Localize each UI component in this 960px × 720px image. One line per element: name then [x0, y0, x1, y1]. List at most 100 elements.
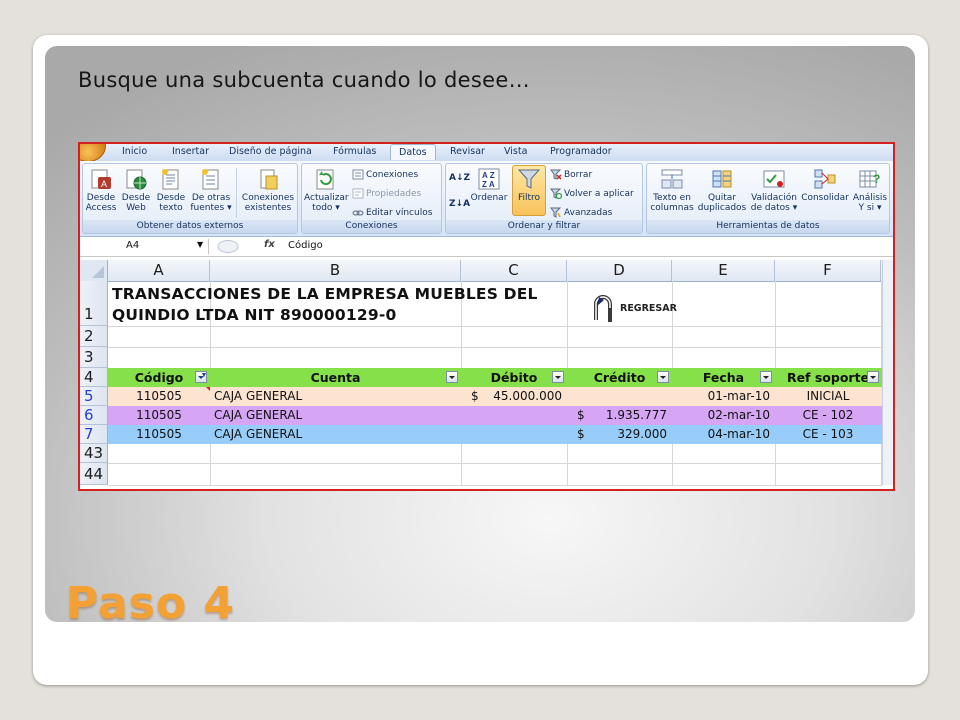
ribbon: A Desde Access Desde Web Desde texto De …: [80, 161, 893, 237]
svg-text:?: ?: [873, 172, 880, 186]
column-header-row: A B C D E F: [80, 260, 893, 282]
svg-text:Z A: Z A: [482, 180, 495, 189]
cell-cuenta: CAJA GENERAL: [214, 427, 303, 441]
insert-function-icon[interactable]: fx: [264, 239, 275, 250]
cell-codigo: 110505: [136, 408, 182, 422]
dropdown-ref-soporte[interactable]: [867, 371, 879, 383]
dropdown-fecha[interactable]: [760, 371, 772, 383]
name-box[interactable]: A4 ▼: [80, 239, 209, 254]
header-row: Código Cuenta Débito Crédito Fecha Ref s…: [108, 368, 882, 387]
text-to-columns-button[interactable]: Texto en columnas: [649, 166, 695, 213]
column-header-e[interactable]: E: [672, 260, 775, 281]
column-header-f[interactable]: F: [775, 260, 881, 281]
column-header-b[interactable]: B: [210, 260, 461, 281]
tab-insertar[interactable]: Insertar: [172, 146, 209, 157]
group-label-connections: Conexiones: [302, 220, 441, 233]
row-header-3[interactable]: 3: [80, 347, 108, 368]
function-area: fx: [212, 239, 284, 254]
table-row[interactable]: 110505 CAJA GENERAL $ 329.000 04-mar-10 …: [108, 425, 882, 444]
data-validation-button[interactable]: Validación de datos ▾: [749, 166, 799, 213]
column-header-c[interactable]: C: [461, 260, 567, 281]
formula-bar: A4 ▼ fx Código: [80, 238, 893, 257]
tab-formulas[interactable]: Fórmulas: [333, 146, 376, 157]
tab-inicio[interactable]: Inicio: [122, 146, 147, 157]
svg-text:A: A: [101, 179, 107, 189]
existing-connections-button[interactable]: Conexiones existentes: [239, 166, 297, 213]
filter-dropdown-codigo[interactable]: [195, 371, 207, 383]
column-header-a[interactable]: A: [108, 260, 210, 281]
connections-small-icon: [352, 169, 364, 180]
refresh-icon: [314, 167, 338, 191]
from-text-button[interactable]: Desde texto: [155, 166, 187, 213]
group-external-data: A Desde Access Desde Web Desde texto De …: [82, 163, 298, 234]
row-header-43[interactable]: 43: [80, 444, 108, 463]
step-label: Paso 4: [66, 578, 236, 629]
column-header-d[interactable]: D: [567, 260, 672, 281]
chevron-down-icon[interactable]: ▼: [197, 240, 203, 249]
row-header-6[interactable]: 6: [80, 406, 108, 425]
cell-credito: 1.935.777: [605, 408, 667, 422]
connections-icon: [256, 167, 280, 191]
return-arrow-icon[interactable]: [588, 290, 618, 324]
text-to-columns-icon: [660, 167, 684, 191]
sort-za-icon[interactable]: Z↓A: [449, 198, 470, 210]
other-sources-button[interactable]: De otras fuentes ▾: [189, 166, 233, 213]
dropdown-cuenta[interactable]: [446, 371, 458, 383]
link-icon: [352, 207, 364, 218]
row-header-1[interactable]: 1: [80, 281, 108, 326]
tab-programador[interactable]: Programador: [550, 146, 612, 157]
what-if-analysis-button[interactable]: ? Análisis Y si ▾: [851, 166, 889, 213]
web-icon: [124, 167, 148, 191]
office-button-icon[interactable]: [80, 144, 106, 162]
tab-vista[interactable]: Vista: [504, 146, 527, 157]
clear-filter-icon: [550, 169, 562, 180]
consolidate-button[interactable]: Consolidar: [801, 166, 849, 203]
select-all-corner[interactable]: [80, 260, 108, 281]
cell-debito: 45.000.000: [493, 389, 562, 403]
cell-ref: CE - 102: [802, 408, 854, 422]
tab-datos[interactable]: Datos: [390, 144, 436, 160]
sort-icon: A ZZ A: [477, 167, 501, 191]
advanced-filter-icon: [550, 207, 562, 218]
sort-button[interactable]: A ZZ A Ordenar: [470, 166, 508, 203]
regresar-link[interactable]: REGRESAR: [620, 303, 677, 314]
cell-ref: CE - 103: [802, 427, 854, 441]
row-header-5[interactable]: 5: [80, 387, 108, 406]
tab-revisar[interactable]: Revisar: [450, 146, 485, 157]
row-header-44[interactable]: 44: [80, 463, 108, 485]
advanced-filter-button[interactable]: Avanzadas: [550, 207, 612, 219]
row-header-7[interactable]: 7: [80, 425, 108, 444]
formula-splitter-icon[interactable]: [212, 239, 252, 254]
header-cuenta: Cuenta: [310, 370, 361, 385]
cell-fecha: 02-mar-10: [707, 408, 770, 422]
sort-az-icon[interactable]: A↓Z: [449, 172, 470, 184]
from-web-button[interactable]: Desde Web: [119, 166, 153, 213]
svg-text:A Z: A Z: [482, 171, 495, 180]
what-if-icon: ?: [858, 167, 882, 191]
row-header-2[interactable]: 2: [80, 326, 108, 347]
refresh-all-button[interactable]: Actualizar todo ▾: [304, 166, 349, 213]
reapply-button[interactable]: Volver a aplicar: [550, 188, 634, 200]
tab-diseno-de-pagina[interactable]: Diseño de página: [229, 146, 312, 157]
data-validation-icon: [762, 167, 786, 191]
connections-button[interactable]: Conexiones: [352, 169, 418, 181]
cell-fecha: 01-mar-10: [707, 389, 770, 403]
other-sources-icon: [199, 167, 223, 191]
access-icon: A: [89, 167, 113, 191]
filter-button[interactable]: Filtro: [512, 166, 546, 203]
table-row[interactable]: 110505 CAJA GENERAL $ 45.000.000 01-mar-…: [108, 387, 882, 406]
edit-links-button[interactable]: Editar vínculos: [352, 207, 432, 219]
sheet-title-line-2: QUINDIO LTDA NIT 890000129-0: [112, 306, 397, 324]
group-label-sort-filter: Ordenar y filtrar: [446, 220, 642, 233]
formula-input[interactable]: Código: [288, 240, 323, 251]
remove-duplicates-button[interactable]: Quitar duplicados: [697, 166, 747, 213]
dropdown-debito[interactable]: [552, 371, 564, 383]
row-header-4[interactable]: 4: [80, 368, 108, 387]
clear-filter-button[interactable]: Borrar: [550, 169, 592, 181]
properties-button[interactable]: Propiedades: [352, 188, 421, 200]
ribbon-tab-bar: Inicio Insertar Diseño de página Fórmula…: [80, 144, 893, 162]
from-access-button[interactable]: A Desde Access: [85, 166, 117, 213]
dropdown-credito[interactable]: [657, 371, 669, 383]
excel-window: Inicio Insertar Diseño de página Fórmula…: [78, 142, 895, 491]
table-row[interactable]: 110505 CAJA GENERAL $ 1.935.777 02-mar-1…: [108, 406, 882, 425]
